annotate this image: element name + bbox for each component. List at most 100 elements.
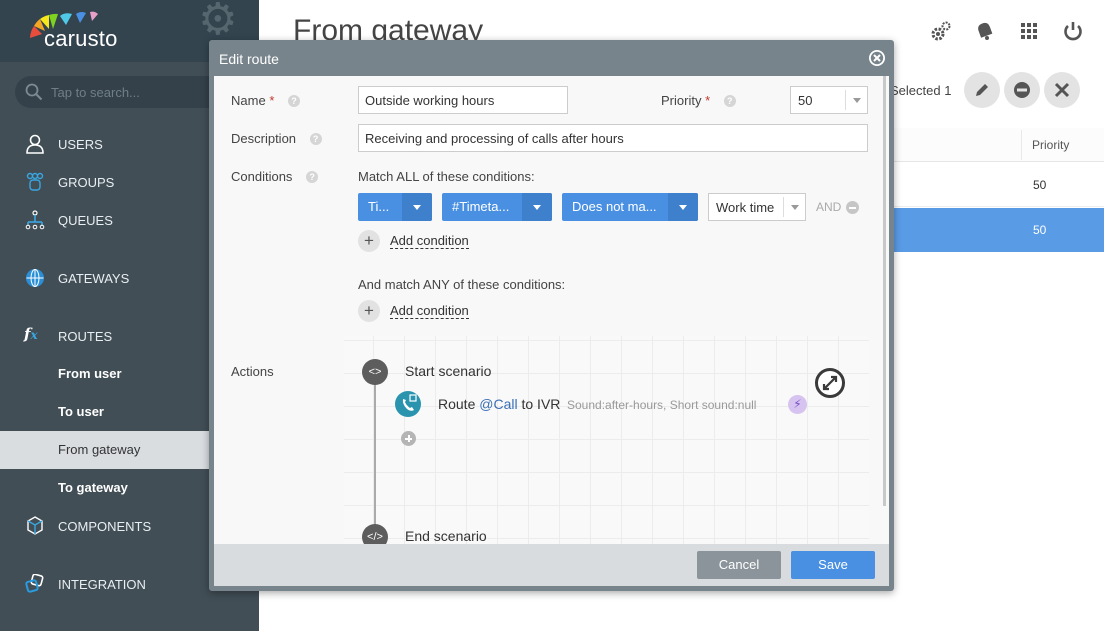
selected-count: Selected 1 <box>890 83 952 98</box>
sidebar-item-label: INTEGRATION <box>58 576 146 592</box>
condition-field-dropdown[interactable]: Ti... <box>358 193 432 221</box>
priority-value: 50 <box>798 93 813 108</box>
dialog-title: Edit route <box>219 51 279 67</box>
start-scenario-icon: <> <box>362 359 388 385</box>
close-icon <box>1054 82 1070 98</box>
priority-label: Priority * ? <box>661 93 736 108</box>
add-condition-all-button[interactable]: + <box>358 230 380 252</box>
priority-cell: 50 <box>1033 178 1047 192</box>
sidebar-subitem-from-user[interactable]: From user <box>0 355 209 393</box>
add-action-icon[interactable] <box>401 431 416 446</box>
sidebar-subitem-from-gateway[interactable]: From gateway <box>0 431 209 469</box>
required-mark: * <box>705 93 711 108</box>
sidebar-subitem-to-gateway[interactable]: To gateway <box>0 469 209 507</box>
name-label: Name * ? <box>231 93 300 108</box>
delete-button[interactable] <box>1044 72 1080 108</box>
cancel-button[interactable]: Cancel <box>697 551 781 579</box>
conditions-label-text: Conditions <box>231 169 293 184</box>
expand-icon[interactable] <box>815 368 845 398</box>
condition-source-dropdown[interactable]: #Timeta... <box>442 193 552 221</box>
fx-icon: fx <box>24 325 38 343</box>
match-all-label: Match ALL of these conditions: <box>358 169 535 184</box>
sidebar-subitem-label: To user <box>58 404 104 419</box>
brand-name: carusto <box>44 26 118 51</box>
sidebar-item-label: COMPONENTS <box>58 518 152 534</box>
required-mark: * <box>269 93 275 108</box>
end-scenario-label: End scenario <box>405 528 487 544</box>
cube-icon <box>27 516 43 535</box>
condition-source-value: #Timeta... <box>452 199 510 214</box>
sidebar-subitem-label: To gateway <box>58 480 128 495</box>
help-icon[interactable]: ? <box>723 95 736 107</box>
dialog-body: Name * ? Priority * ? 50 Description ? C… <box>214 76 889 544</box>
dialog-scrollbar[interactable] <box>883 76 886 506</box>
sidebar-subitem-label: From user <box>58 366 122 381</box>
name-label-text: Name <box>231 93 266 108</box>
match-any-label: And match ANY of these conditions: <box>358 277 566 292</box>
description-label: Description ? <box>231 131 322 146</box>
minus-circle-icon <box>1014 82 1030 98</box>
help-icon[interactable]: ? <box>309 133 322 145</box>
action-route-text[interactable]: Route @Call to IVR <box>438 396 560 412</box>
chevron-down-icon <box>668 193 698 221</box>
groups-icon <box>26 172 44 191</box>
add-condition-all-link[interactable]: Add condition <box>390 233 469 249</box>
background-gear-icon: ⚙ <box>198 0 238 44</box>
condition-value-select[interactable]: Work time <box>708 193 806 221</box>
priority-label-text: Priority <box>661 93 702 108</box>
close-dialog-icon[interactable] <box>868 49 886 67</box>
conditions-label: Conditions ? <box>231 169 319 184</box>
apps-grid-icon[interactable] <box>1018 20 1040 42</box>
condition-value: Work time <box>716 200 775 215</box>
save-button[interactable]: Save <box>791 551 875 579</box>
sidebar-subitem-to-user[interactable]: To user <box>0 393 209 431</box>
table-row-selected[interactable]: 50 <box>890 208 1104 252</box>
bell-icon[interactable] <box>974 20 996 42</box>
top-toolbar <box>930 20 1084 42</box>
phone-icon <box>402 394 417 411</box>
table-header <box>890 128 1104 162</box>
chevron-down-icon <box>783 197 805 217</box>
sidebar-item-label: ROUTES <box>58 328 113 344</box>
priority-cell: 50 <box>1033 223 1047 237</box>
name-input[interactable] <box>358 86 568 114</box>
lightning-icon[interactable]: ⚡ <box>788 395 807 414</box>
pencil-icon <box>976 84 988 96</box>
queues-icon <box>25 210 45 230</box>
edit-route-dialog: Edit route Name * ? Priority * ? 50 Desc… <box>209 40 894 591</box>
search-icon <box>25 83 43 101</box>
sidebar-item-label: USERS <box>58 136 103 152</box>
action-variable: @Call <box>479 396 518 412</box>
action-params: Sound:after-hours, Short sound:null <box>567 398 757 412</box>
dialog-footer: Cancel Save <box>214 544 889 586</box>
condition-operator-dropdown[interactable]: Does not ma... <box>562 193 698 221</box>
actions-label: Actions <box>231 364 274 379</box>
add-condition-any-link[interactable]: Add condition <box>390 303 469 319</box>
condition-field-value: Ti... <box>368 199 390 214</box>
settings-gears-icon[interactable] <box>930 20 952 42</box>
add-condition-any-button[interactable]: + <box>358 300 380 322</box>
priority-select[interactable]: 50 <box>790 86 868 114</box>
action-verb: Route <box>438 396 476 412</box>
condition-joiner: AND <box>816 200 842 214</box>
route-to-ivr-icon[interactable] <box>395 391 421 417</box>
table-row[interactable]: 50 <box>890 163 1104 207</box>
chevron-down-icon <box>845 90 867 110</box>
condition-operator-value: Does not ma... <box>572 199 657 214</box>
description-input[interactable] <box>358 124 868 152</box>
power-icon[interactable] <box>1062 20 1084 42</box>
disable-button[interactable] <box>1004 72 1040 108</box>
scenario-flow-line <box>374 374 376 534</box>
remove-condition-icon[interactable] <box>846 201 859 214</box>
end-scenario-icon: </> <box>362 524 388 544</box>
sidebar-item-label: QUEUES <box>58 212 113 228</box>
help-icon[interactable]: ? <box>306 171 319 183</box>
help-icon[interactable]: ? <box>288 95 300 107</box>
description-label-text: Description <box>231 131 297 146</box>
chevron-down-icon <box>402 193 432 221</box>
scenario-canvas[interactable]: <> Start scenario Route @Call to IVR Sou… <box>344 336 869 544</box>
column-divider <box>1021 130 1022 160</box>
edit-button[interactable] <box>964 72 1000 108</box>
column-header-priority[interactable]: Priority <box>1032 138 1069 152</box>
sidebar-item-label: GROUPS <box>58 174 115 190</box>
